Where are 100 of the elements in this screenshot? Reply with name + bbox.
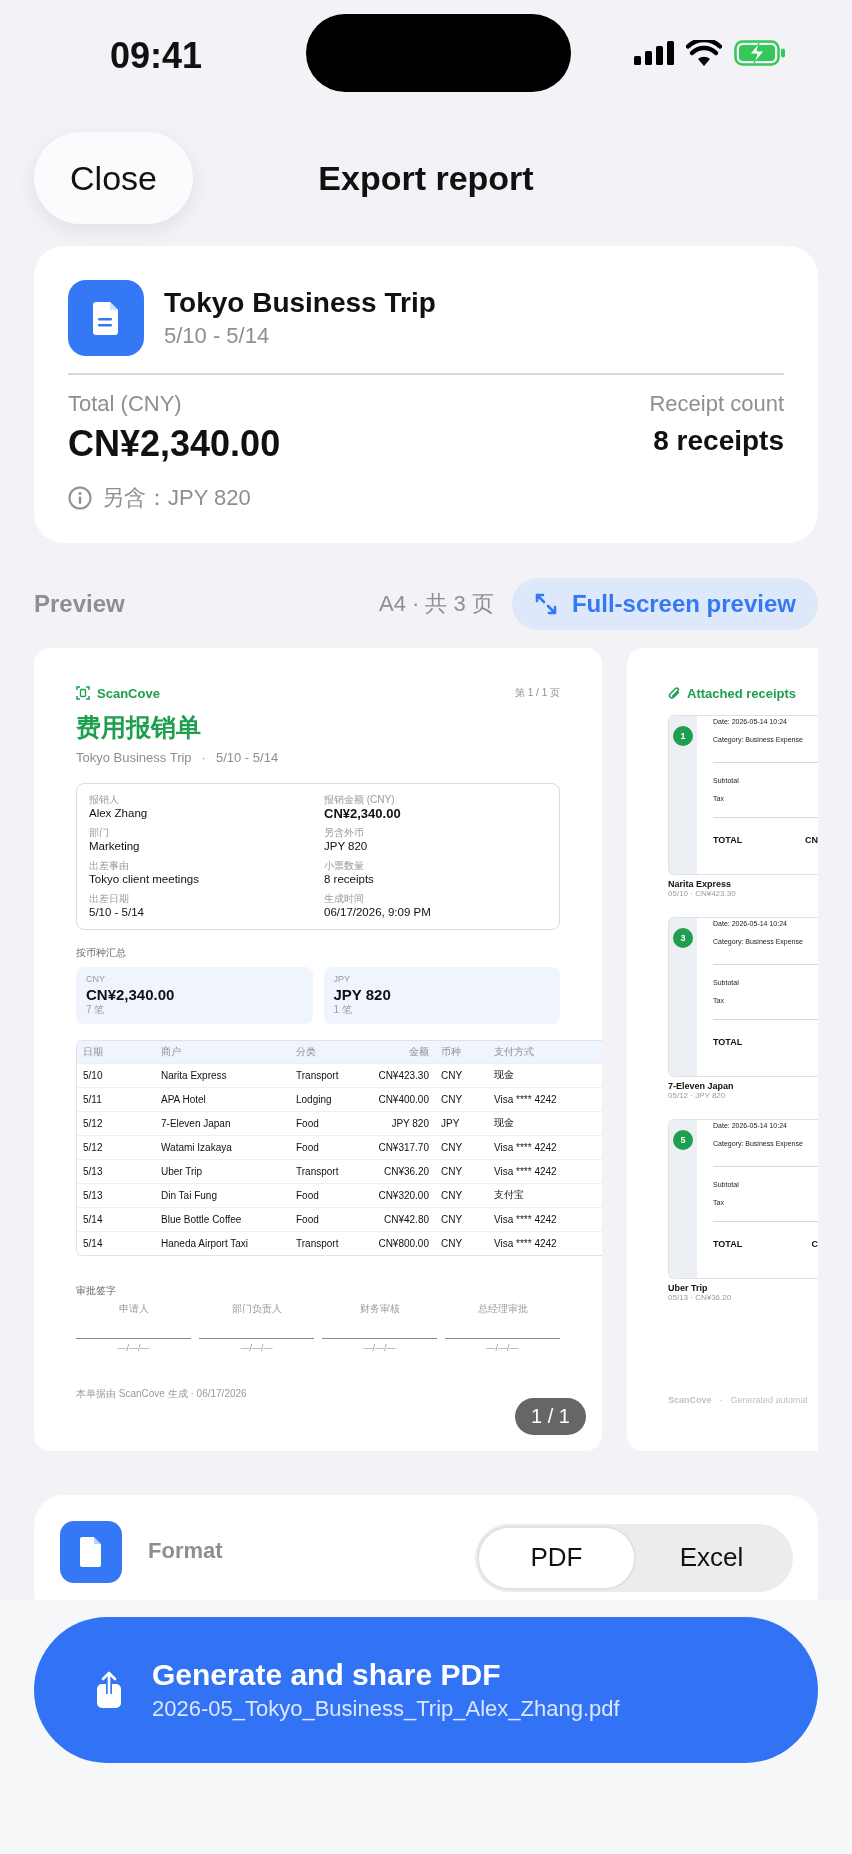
currency-count: 7 笔	[86, 1003, 105, 1017]
table-cell-text: 5/14	[82, 1213, 104, 1225]
page-number: 第 1 / 1 页	[515, 686, 560, 700]
separator-dot: ·	[201, 749, 206, 765]
signature-date: —/—/—	[486, 1342, 519, 1353]
section-label: 审批签字	[76, 1283, 116, 1298]
receipt-merchant: Uber Trip	[668, 1282, 708, 1293]
section-label: 按币种汇总	[76, 945, 126, 960]
field-label: 报销金额 (CNY)	[324, 792, 395, 806]
battery-charging-icon	[734, 40, 786, 66]
table-cell-text: Din Tai Fung	[161, 1189, 218, 1201]
file-icon	[60, 1520, 122, 1583]
field-value: CN¥2,340.00	[324, 805, 401, 821]
table-cell-text: 5/10	[82, 1069, 104, 1081]
format-label: Format	[148, 1537, 223, 1564]
table-cell-text: 7-Eleven Japan	[161, 1117, 232, 1129]
status-time: 09:41	[110, 35, 203, 77]
signature-role: 部门负责人	[231, 1301, 282, 1316]
table-cell-text: CN¥320.00	[377, 1189, 429, 1201]
field-value: Marketing	[89, 838, 140, 854]
format-option[interactable]: PDF	[479, 1527, 634, 1588]
table-cell-text: Uber Trip	[161, 1165, 204, 1177]
table-cell-text: CN¥317.70	[377, 1141, 429, 1153]
table-cell-text: CNY	[440, 1141, 464, 1153]
receipt-meta: 05/10 · CN¥423.30	[668, 888, 736, 898]
table-cell-text: Visa **** 4242	[494, 1237, 558, 1249]
column-header: 币种	[440, 1044, 462, 1059]
table-cell-text: Watami Izakaya	[161, 1141, 233, 1153]
receipt-total-label: TOTAL	[713, 1036, 743, 1047]
signature-role: 财务审核	[359, 1301, 400, 1316]
trip-title: Tokyo Business Trip	[164, 287, 436, 319]
signature-role: 总经理审批	[477, 1301, 528, 1316]
signature-date: —/—/—	[363, 1342, 396, 1353]
file-name: 2026-05_Tokyo_Business_Trip_Alex_Zhang.pdf	[152, 1696, 620, 1722]
column-header: 金额	[408, 1044, 429, 1059]
currency-amount: JPY 820	[333, 985, 391, 1003]
wifi-icon	[686, 40, 722, 66]
format-option[interactable]: Excel	[634, 1527, 789, 1588]
table-cell-text: 5/13	[82, 1189, 104, 1201]
total-amount: CN¥2,340.00	[68, 422, 281, 465]
column-header: 日期	[82, 1044, 104, 1059]
receipt-number: 5	[673, 1129, 693, 1150]
field-value: 06/17/2026, 9:09 PM	[324, 904, 431, 920]
table-cell-text: Visa **** 4242	[494, 1141, 558, 1153]
table-cell-text: Visa **** 4242	[494, 1093, 558, 1105]
table-cell-text: 现金	[494, 1116, 515, 1130]
scan-logo-icon	[76, 686, 90, 700]
table-cell-text: CN¥36.20	[382, 1165, 429, 1177]
currency-amount: CN¥2,340.00	[86, 985, 175, 1003]
currency-count: 1 笔	[333, 1002, 352, 1017]
table-cell-text: CN¥800.00	[377, 1237, 429, 1249]
preview-label: Preview	[34, 589, 125, 618]
table-cell-text: Visa **** 4242	[494, 1213, 558, 1225]
brand-name: ScanCove	[97, 685, 160, 701]
field-value: 8 receipts	[324, 871, 374, 887]
close-button[interactable]: Close	[34, 132, 193, 224]
table-cell-text: Lodging	[296, 1093, 333, 1105]
document-icon	[68, 280, 144, 356]
receipt-merchant: 7-Eleven Japan	[668, 1080, 734, 1091]
field-value: Tokyo client meetings	[89, 871, 199, 887]
receipt-count-label: Receipt count	[649, 390, 784, 417]
table-cell-text: Transport	[296, 1165, 340, 1177]
separator-dot: ·	[719, 1394, 723, 1405]
column-header: 商户	[161, 1044, 182, 1059]
column-header: 支付方式	[494, 1044, 535, 1059]
report-trip-dates: 5/10 - 5/14	[215, 749, 279, 765]
field-label: 生成时间	[324, 891, 364, 905]
table-cell-text: 支付宝	[494, 1188, 525, 1202]
table-cell-text: JPY	[440, 1117, 461, 1129]
table-cell-text: CNY	[440, 1069, 464, 1081]
button-title: Generate and share PDF	[152, 1658, 502, 1692]
receipt-total-value: CN	[805, 834, 818, 845]
field-label: 另含外币	[324, 825, 364, 839]
receipt-count: 8 receipts	[653, 424, 784, 457]
currency-code: CNY	[86, 973, 105, 984]
receipt-number: 3	[673, 927, 693, 948]
trip-dates: 5/10 - 5/14	[164, 323, 271, 349]
field-label: 出差日期	[89, 891, 129, 905]
receipt-total-label: TOTAL	[713, 834, 743, 845]
table-cell-text: 5/14	[82, 1237, 104, 1249]
info-icon	[68, 485, 92, 510]
table-cell-text: CNY	[440, 1165, 464, 1177]
field-label: 部门	[89, 825, 109, 839]
field-value: JPY 820	[324, 838, 368, 854]
table-cell-text: CNY	[440, 1093, 464, 1105]
table-cell-text: Transport	[296, 1237, 340, 1249]
report-trip-name: Tokyo Business Trip	[76, 749, 192, 765]
column-header: 分类	[296, 1044, 317, 1059]
table-cell-text: Transport	[296, 1069, 340, 1081]
share-icon	[94, 1670, 124, 1710]
foreign-currency-note: 另含：JPY 820	[102, 483, 251, 512]
table-cell-text: CNY	[440, 1189, 464, 1201]
field-value: Alex Zhang	[89, 805, 148, 821]
table-cell-text: CNY	[440, 1213, 464, 1225]
footer-brand: ScanCove	[668, 1394, 712, 1405]
table-cell-text: Food	[296, 1141, 320, 1153]
receipt-merchant: Narita Express	[668, 878, 732, 889]
generate-share-button[interactable]: Generate and share PDF 2026-05_Tokyo_Business_Trip_Alex_Zhang.pdf	[34, 1617, 818, 1763]
field-label: 报销人	[89, 792, 119, 806]
currency-code: JPY	[333, 973, 350, 984]
